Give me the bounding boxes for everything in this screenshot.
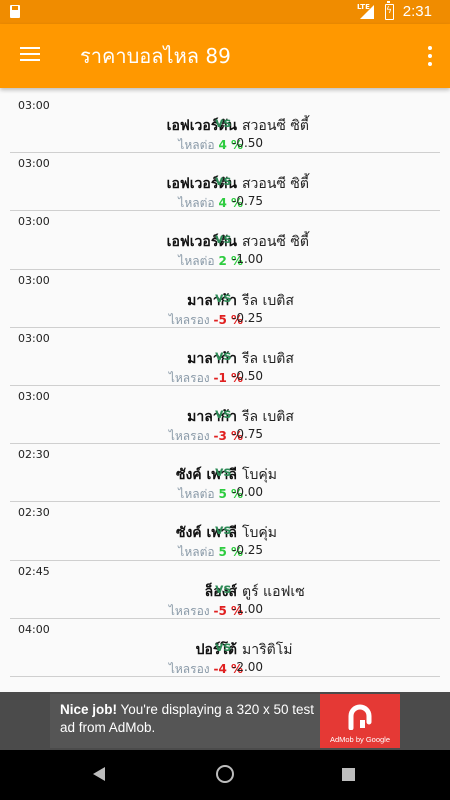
kickoff-time: 03:00 — [18, 331, 50, 345]
kickoff-time: 03:00 — [18, 273, 50, 287]
handicap-odds: -0.25 — [232, 310, 264, 325]
admob-logo: AdMob by Google — [320, 694, 400, 748]
kickoff-time: 04:00 — [18, 622, 50, 636]
vs-label: vs — [215, 465, 232, 481]
away-team: สวอนซี ซิตี้ — [242, 234, 309, 251]
admob-logo-icon — [348, 704, 372, 730]
match-row[interactable]: 03:00 เอฟเวอร์ตัน vs สวอนซี ซิตี้ ไหลต่อ 4 %… — [10, 95, 440, 154]
vs-label: vs — [215, 290, 232, 306]
ad-brand: AdMob by Google — [329, 735, 391, 744]
match-row[interactable]: 03:00 มาลาก้า vs รีล เบติส ไหลรอง -1 % -0.50 — [10, 328, 440, 386]
match-row[interactable]: 02:30 ซังค์ เพาลี vs โบคุ่ม ไหลต่อ 5 % -0.00 — [10, 444, 440, 503]
vs-label: vs — [215, 639, 232, 655]
vs-label: vs — [215, 348, 232, 364]
kickoff-time: 03:00 — [18, 157, 50, 171]
flow-label: ไหลรอง — [168, 428, 210, 443]
away-team: รีล เบติส — [242, 350, 294, 367]
hamburger-menu-icon[interactable] — [20, 46, 40, 62]
recents-icon[interactable] — [342, 768, 355, 781]
ad-headline: Nice job! — [60, 702, 118, 717]
home-icon[interactable] — [216, 765, 234, 783]
flow-label: ไหลรอง — [168, 603, 210, 618]
signal-icon — [360, 5, 374, 19]
kickoff-time: 02:30 — [18, 448, 50, 462]
status-time: 2:31 — [402, 3, 432, 20]
match-row[interactable]: 02:45 ล็องส์ vs ตูร์ แอฟเซ ไหลรอง -5 % -1.00 — [10, 561, 440, 619]
handicap-odds: -0.50 — [232, 136, 264, 150]
page-title: ราคาบอลไหล 89 — [80, 44, 231, 68]
ad-banner: Nice job! You're displaying a 320 x 50 t… — [0, 692, 450, 750]
flow-label: ไหลรอง — [168, 370, 210, 385]
vs-label: vs — [215, 406, 232, 422]
test-ad[interactable]: Nice job! You're displaying a 320 x 50 t… — [50, 694, 400, 748]
kickoff-time: 03:00 — [18, 99, 50, 112]
flow-label: ไหลรอง — [168, 661, 210, 676]
back-icon[interactable] — [93, 767, 105, 781]
flow-label: ไหลต่อ — [178, 254, 215, 269]
flow-label: ไหลต่อ — [178, 545, 215, 560]
handicap-odds: -0.75 — [232, 194, 264, 209]
kickoff-time: 03:00 — [18, 389, 50, 403]
ad-text: Nice job! You're displaying a 320 x 50 t… — [60, 701, 325, 737]
away-team: รีล เบติส — [242, 292, 294, 309]
flow-label: ไหลรอง — [168, 312, 210, 327]
kickoff-time: 03:00 — [18, 215, 50, 229]
more-vert-icon[interactable] — [428, 46, 432, 66]
match-row[interactable]: 03:00 เอฟเวอร์ตัน vs สวอนซี ซิตี้ ไหลต่อ 4 %… — [10, 153, 440, 212]
vs-label: vs — [215, 116, 232, 131]
kickoff-time: 02:45 — [18, 564, 50, 578]
match-row[interactable]: 04:00 ปอร์โต้ vs มาริติโม่ ไหลรอง -4 % -2.00 — [10, 619, 440, 677]
handicap-odds: -0.50 — [232, 368, 264, 383]
vs-label: vs — [215, 581, 232, 597]
match-row[interactable]: 03:00 มาลาก้า vs รีล เบติส ไหลรอง -3 % -0.75 — [10, 386, 440, 445]
handicap-odds: -2.00 — [232, 659, 264, 674]
vs-label: vs — [215, 174, 232, 190]
handicap-odds: -1.00 — [232, 252, 264, 267]
match-row[interactable]: 03:00 มาลาก้า vs รีล เบติส ไหลรอง -5 % -0.25 — [10, 270, 440, 328]
status-bar: LTE ϟ 2:31 — [0, 0, 450, 24]
away-team: ตูร์ แอฟเซ — [242, 583, 305, 600]
flow-label: ไหลต่อ — [178, 487, 215, 502]
sd-card-icon — [10, 5, 20, 18]
away-team: โบคุ่ม — [242, 467, 277, 484]
away-team: รีล เบติส — [242, 408, 294, 425]
handicap-odds: -0.75 — [232, 426, 264, 441]
navigation-bar — [0, 750, 450, 800]
handicap-odds: -0.00 — [232, 485, 264, 500]
vs-label: vs — [215, 232, 232, 248]
handicap-odds: -1.00 — [232, 601, 264, 616]
away-team: มาริติโม่ — [242, 641, 293, 658]
battery-charging-icon: ϟ — [385, 1, 394, 20]
match-row[interactable]: 02:30 ซังค์ เพาลี vs โบคุ่ม ไหลต่อ 5 % -0.25 — [10, 502, 440, 561]
away-team: สวอนซี ซิตี้ — [242, 118, 309, 134]
match-list[interactable]: 03:00 เอฟเวอร์ตัน vs สวอนซี ซิตี้ ไหลต่อ 4 %… — [10, 95, 440, 690]
flow-label: ไหลต่อ — [178, 138, 215, 152]
vs-label: vs — [215, 523, 232, 539]
app-bar: ราคาบอลไหล 89 — [0, 24, 450, 88]
match-row[interactable]: 03:00 เอฟเวอร์ตัน vs สวอนซี ซิตี้ ไหลต่อ 2 %… — [10, 211, 440, 270]
away-team: โบคุ่ม — [242, 525, 277, 542]
kickoff-time: 02:30 — [18, 506, 50, 520]
away-team: สวอนซี ซิตี้ — [242, 176, 309, 193]
handicap-odds: -0.25 — [232, 543, 264, 558]
flow-label: ไหลต่อ — [178, 196, 215, 211]
